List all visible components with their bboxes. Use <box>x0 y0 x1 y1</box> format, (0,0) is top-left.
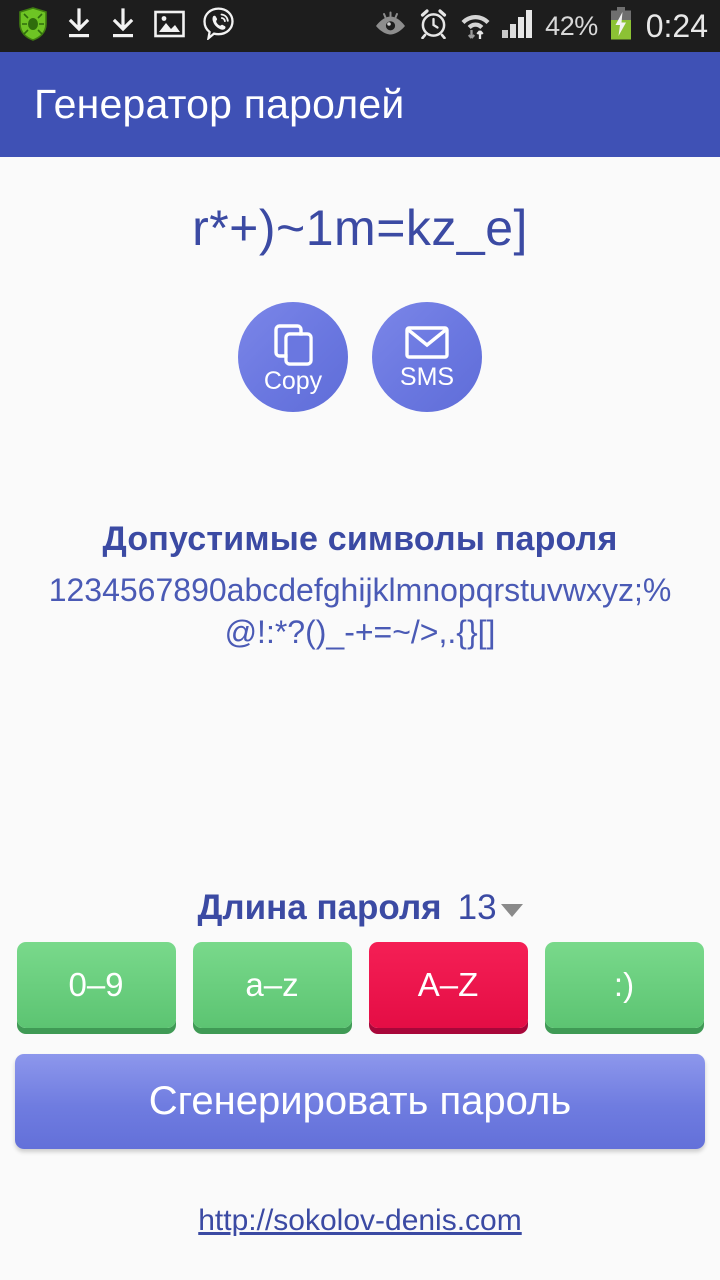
sms-button-label: SMS <box>399 363 455 391</box>
wifi-data-icon <box>460 8 491 45</box>
status-bar[interactable]: 42% 0:24 <box>0 0 720 52</box>
password-length-label: Длина пароля <box>197 888 442 927</box>
status-bar-left-icons <box>18 6 234 46</box>
app-bar: Генератор паролей <box>0 52 720 157</box>
envelope-icon <box>404 324 450 362</box>
gallery-image-icon <box>154 10 185 43</box>
character-class-toggles: 0–9 a–z A–Z :) <box>15 942 705 1028</box>
signal-bars-icon <box>502 9 534 44</box>
allowed-characters-title: Допустимые символы пароля <box>102 520 618 558</box>
password-length-spinner[interactable]: 13 <box>458 888 523 928</box>
main-content: r*+)~1m=kz_e] Copy SMS Допустимые символ… <box>0 157 720 1280</box>
chevron-down-icon <box>500 904 523 917</box>
toggle-symbols[interactable]: :) <box>544 942 704 1028</box>
action-button-row: Copy SMS <box>238 302 482 412</box>
download-icon <box>110 7 136 45</box>
download-icon <box>66 7 92 45</box>
copy-button-label: Copy <box>263 367 323 395</box>
status-bar-clock: 0:24 <box>645 7 708 44</box>
allowed-characters-block: Допустимые символы пароля 1234567890abcd… <box>10 520 710 653</box>
toggle-uppercase[interactable]: A–Z <box>368 942 528 1028</box>
bottom-controls: Длина пароля 13 0–9 a–z A–Z :) Сгенериро… <box>0 888 720 1280</box>
copy-button[interactable]: Copy <box>238 302 348 412</box>
page-title: Генератор паролей <box>34 81 405 127</box>
shield-antivirus-icon <box>18 6 48 46</box>
copy-icon <box>270 320 316 366</box>
eye-smart-stay-icon <box>374 11 407 42</box>
viber-icon <box>203 7 234 45</box>
battery-charging-icon <box>609 7 633 45</box>
sms-button[interactable]: SMS <box>372 302 482 412</box>
toggle-digits[interactable]: 0–9 <box>16 942 176 1028</box>
alarm-clock-icon <box>418 8 449 44</box>
generated-password[interactable]: r*+)~1m=kz_e] <box>192 199 528 257</box>
generate-password-button[interactable]: Сгенерировать пароль <box>15 1054 705 1149</box>
allowed-characters-value[interactable]: 1234567890abcdefghijklmnopqrstuvwxyz;%@!… <box>10 569 710 653</box>
password-length-value: 13 <box>457 888 497 927</box>
toggle-lowercase[interactable]: a–z <box>192 942 352 1028</box>
website-link[interactable]: http://sokolov-denis.com <box>198 1204 521 1238</box>
password-length-row: Длина пароля 13 <box>197 888 523 928</box>
battery-percent-label: 42% <box>545 10 598 41</box>
status-bar-right-icons: 42% 0:24 <box>374 7 708 45</box>
